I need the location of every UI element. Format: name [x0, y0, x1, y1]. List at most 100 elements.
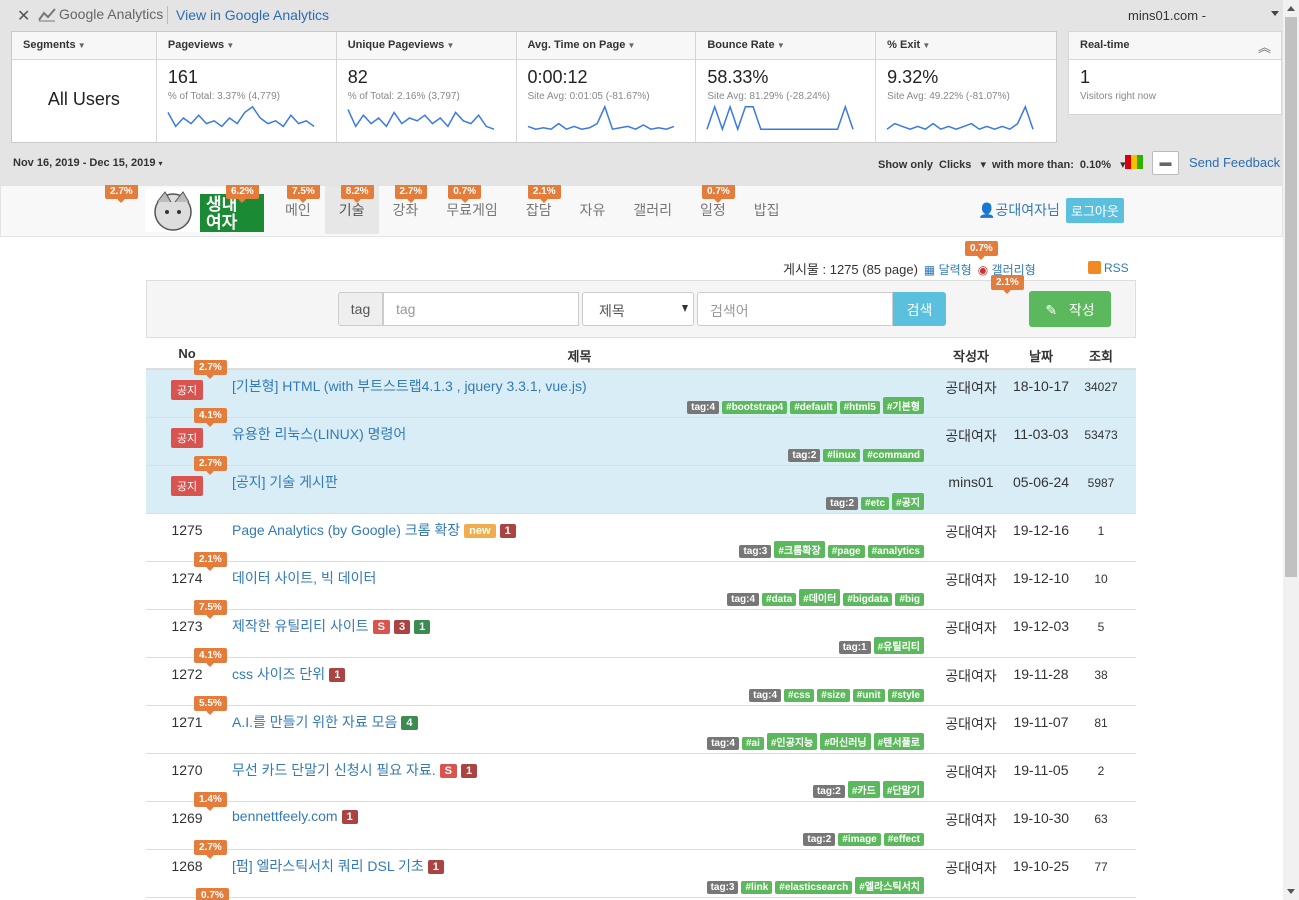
calendar-link[interactable]: ▦ 달력형 — [924, 263, 972, 277]
rss-link[interactable]: RSS — [1088, 261, 1129, 275]
date-range[interactable]: Nov 16, 2019 - Dec 15, 2019 ▾ — [13, 157, 163, 169]
tag-chip[interactable]: #html5 — [839, 401, 880, 414]
post-title-link[interactable]: 유용한 리눅스(LINUX) 명령어 — [232, 426, 406, 442]
tag-chip[interactable]: #인공지능 — [766, 733, 818, 750]
tag-chip[interactable]: #elasticsearch — [775, 881, 853, 894]
menu-item-2[interactable]: 강좌 2.7% — [379, 185, 433, 234]
table-row[interactable]: 1269 1.4% bennettfeely.com 1 tag:2 #image #eff… — [146, 792, 1136, 850]
tag-chip[interactable]: #linux — [823, 449, 861, 462]
menu-item-6[interactable]: 갤러리 — [619, 186, 686, 234]
scroll-thumb[interactable] — [1285, 17, 1297, 577]
tag-chip[interactable]: #공지 — [892, 493, 924, 510]
keyword-input[interactable]: 검색어 — [697, 292, 893, 326]
post-title-link[interactable]: A.I.를 만들기 위한 자료 모음 — [232, 714, 397, 730]
menu-item-7[interactable]: 일정 0.7% — [686, 185, 740, 234]
tag-chip[interactable]: #command — [863, 449, 924, 462]
send-feedback-link[interactable]: Send Feedback — [1189, 155, 1280, 170]
close-icon[interactable]: ✕ — [17, 6, 30, 26]
table-row[interactable]: 1275 Page Analytics (by Google) 크롬 확장 new 1… — [146, 514, 1136, 562]
metric-head[interactable]: Avg. Time on Page ▼ — [516, 32, 696, 60]
tag-chip[interactable]: #page — [827, 545, 865, 558]
threshold-select[interactable]: 0.10% ▾ — [1080, 159, 1126, 171]
search-field-select[interactable]: 제목 — [582, 292, 694, 326]
table-row[interactable]: 1274 2.1% 데이터 사이트, 빅 데이터 tag:4 #data #데이터 #big… — [146, 552, 1136, 610]
post-title-link[interactable]: 무선 카드 단말기 신청시 필요 자료. — [232, 762, 436, 778]
menu-item-8[interactable]: 밥집 — [740, 186, 794, 234]
tag-chip[interactable]: #analytics — [867, 545, 924, 558]
tag-chip[interactable]: #link — [741, 881, 773, 894]
tag-chip[interactable]: #머신러닝 — [820, 733, 871, 750]
tag-chip[interactable]: #default — [790, 401, 837, 414]
tag-chip[interactable]: #css — [784, 689, 815, 702]
table-row[interactable]: 공지 4.1% 유용한 리눅스(LINUX) 명령어 tag:2 #linux #comm… — [146, 408, 1136, 466]
write-button[interactable]: ✎ 작성 — [1029, 291, 1111, 327]
metric-head[interactable]: Unique Pageviews ▼ — [336, 32, 516, 60]
tag-chip[interactable]: #data — [762, 593, 797, 606]
metric-exit[interactable]: % Exit ▼ 9.32% Site Avg: 49.22% (-81.07%) — [876, 32, 1056, 142]
menu-item-3[interactable]: 무료게임 0.7% — [432, 185, 512, 234]
site-selector[interactable]: mins01.com - — [1128, 8, 1206, 23]
scroll-down-icon[interactable] — [1287, 889, 1295, 894]
tag-chip[interactable]: #엘라스틱서치 — [855, 877, 924, 894]
comment-icon[interactable]: ▬ — [1152, 151, 1179, 175]
post-title-link[interactable]: bennettfeely.com — [232, 808, 338, 824]
metric-avgtime[interactable]: Avg. Time on Page ▼ 0:00:12 Site Avg: 0:01… — [516, 32, 697, 142]
metric-pageviews[interactable]: Pageviews ▼ 161 % of Total: 3.37% (4,779) — [156, 32, 337, 142]
table-row[interactable]: 1271 5.5% A.I.를 만들기 위한 자료 모음 4 tag:4 #ai #인공지능… — [146, 696, 1136, 754]
tag-chip[interactable]: #카드 — [847, 781, 880, 798]
tag-chip[interactable]: #size — [817, 689, 850, 702]
metric-segments[interactable]: Segments ▼ All Users — [12, 32, 157, 142]
tag-chip[interactable]: #기본형 — [882, 397, 924, 414]
tag-chip[interactable]: #크롬확장 — [774, 541, 825, 558]
chevron-down-icon[interactable] — [1271, 11, 1279, 16]
tag-chip[interactable]: #unit — [852, 689, 885, 702]
metric-head[interactable]: % Exit ▼ — [876, 32, 1056, 60]
tag-chip[interactable]: #image — [838, 833, 881, 846]
tag-chip[interactable]: #텐서플로 — [873, 733, 924, 750]
tag-chip[interactable]: #ai — [741, 737, 764, 750]
scroll-up-icon[interactable] — [1287, 6, 1295, 11]
tag-chip[interactable]: #effect — [883, 833, 924, 846]
row-date: 05-06-24 — [1012, 474, 1070, 490]
post-title-link[interactable]: 데이터 사이트, 빅 데이터 — [232, 570, 376, 586]
table-row[interactable]: 공지 2.7% [공지] 기술 게시판 tag:2 #etc #공지 mins01 05-06… — [146, 456, 1136, 514]
scrollbar[interactable] — [1283, 0, 1299, 900]
metric-unique[interactable]: Unique Pageviews ▼ 82 % of Total: 2.16% (3… — [336, 32, 517, 142]
table-row[interactable]: 1272 4.1% css 사이즈 단위 1 tag:4 #css #size #unit #s… — [146, 648, 1136, 706]
tag-chip[interactable]: #etc — [861, 497, 890, 510]
user-link[interactable]: 👤공대여자님 — [978, 200, 1060, 220]
tag-chip[interactable]: #단말기 — [882, 781, 924, 798]
metric-head[interactable]: Bounce Rate ▼ — [696, 32, 876, 60]
post-title-link[interactable]: css 사이즈 단위 — [232, 666, 325, 682]
tag-chip[interactable]: #style — [887, 689, 924, 702]
post-title-link[interactable]: [공지] 기술 게시판 — [232, 474, 338, 490]
metric-head[interactable]: Segments ▼ — [12, 32, 156, 60]
table-row[interactable]: 1270 무선 카드 단말기 신청시 필요 자료. S 1 tag:2 #카드 #단말기 공대… — [146, 754, 1136, 802]
menu-item-1[interactable]: 기술 8.2% — [324, 185, 379, 234]
search-button[interactable]: 검색 — [893, 292, 946, 326]
tag-count: tag:4 — [707, 737, 739, 750]
tag-chip[interactable]: #bootstrap4 — [722, 401, 788, 414]
metric-bounce[interactable]: Bounce Rate ▼ 58.33% Site Avg: 81.29% (-28… — [696, 32, 877, 142]
table-row[interactable]: 1273 7.5% 제작한 유틸리티 사이트 S 3 1 tag:1 #유틸리티 공대여자 19-… — [146, 600, 1136, 658]
tag-chip[interactable]: #big — [895, 593, 924, 606]
table-row[interactable]: 1268 2.7% [펌] 엘라스틱서치 쿼리 DSL 기초 1 tag:3 #link #… — [146, 840, 1136, 898]
tag-chip[interactable]: #bigdata — [843, 593, 893, 606]
post-title-link[interactable]: [펌] 엘라스틱서치 쿼리 DSL 기초 — [232, 858, 424, 874]
logout-button[interactable]: 로그아웃 — [1066, 198, 1124, 223]
post-title-link[interactable]: 제작한 유틸리티 사이트 — [232, 618, 369, 634]
table-row[interactable]: 공지 2.7% [기본형] HTML (with 부트스트랩4.1.3 , jque… — [146, 360, 1136, 418]
post-title-link[interactable]: [기본형] HTML (with 부트스트랩4.1.3 , jquery 3.3… — [232, 378, 587, 394]
tag-input[interactable]: tag — [383, 292, 579, 326]
menu-item-5[interactable]: 자유 — [566, 186, 620, 234]
metric-head[interactable]: Pageviews ▼ — [156, 32, 336, 60]
clicks-select[interactable]: Clicks ▾ — [939, 159, 986, 171]
post-title-link[interactable]: Page Analytics (by Google) 크롬 확장 — [232, 522, 460, 538]
tag-chip[interactable]: #유틸리티 — [873, 637, 924, 654]
menu-item-0[interactable]: 메인 7.5% — [271, 185, 325, 234]
tag-chip[interactable]: #데이터 — [799, 589, 841, 606]
menu-item-4[interactable]: 잡담 2.1% — [512, 185, 566, 234]
view-in-ga-link[interactable]: View in Google Analytics — [176, 7, 329, 23]
color-scale-icon[interactable] — [1125, 155, 1143, 169]
collapse-icon[interactable]: ︽ — [1258, 37, 1271, 56]
